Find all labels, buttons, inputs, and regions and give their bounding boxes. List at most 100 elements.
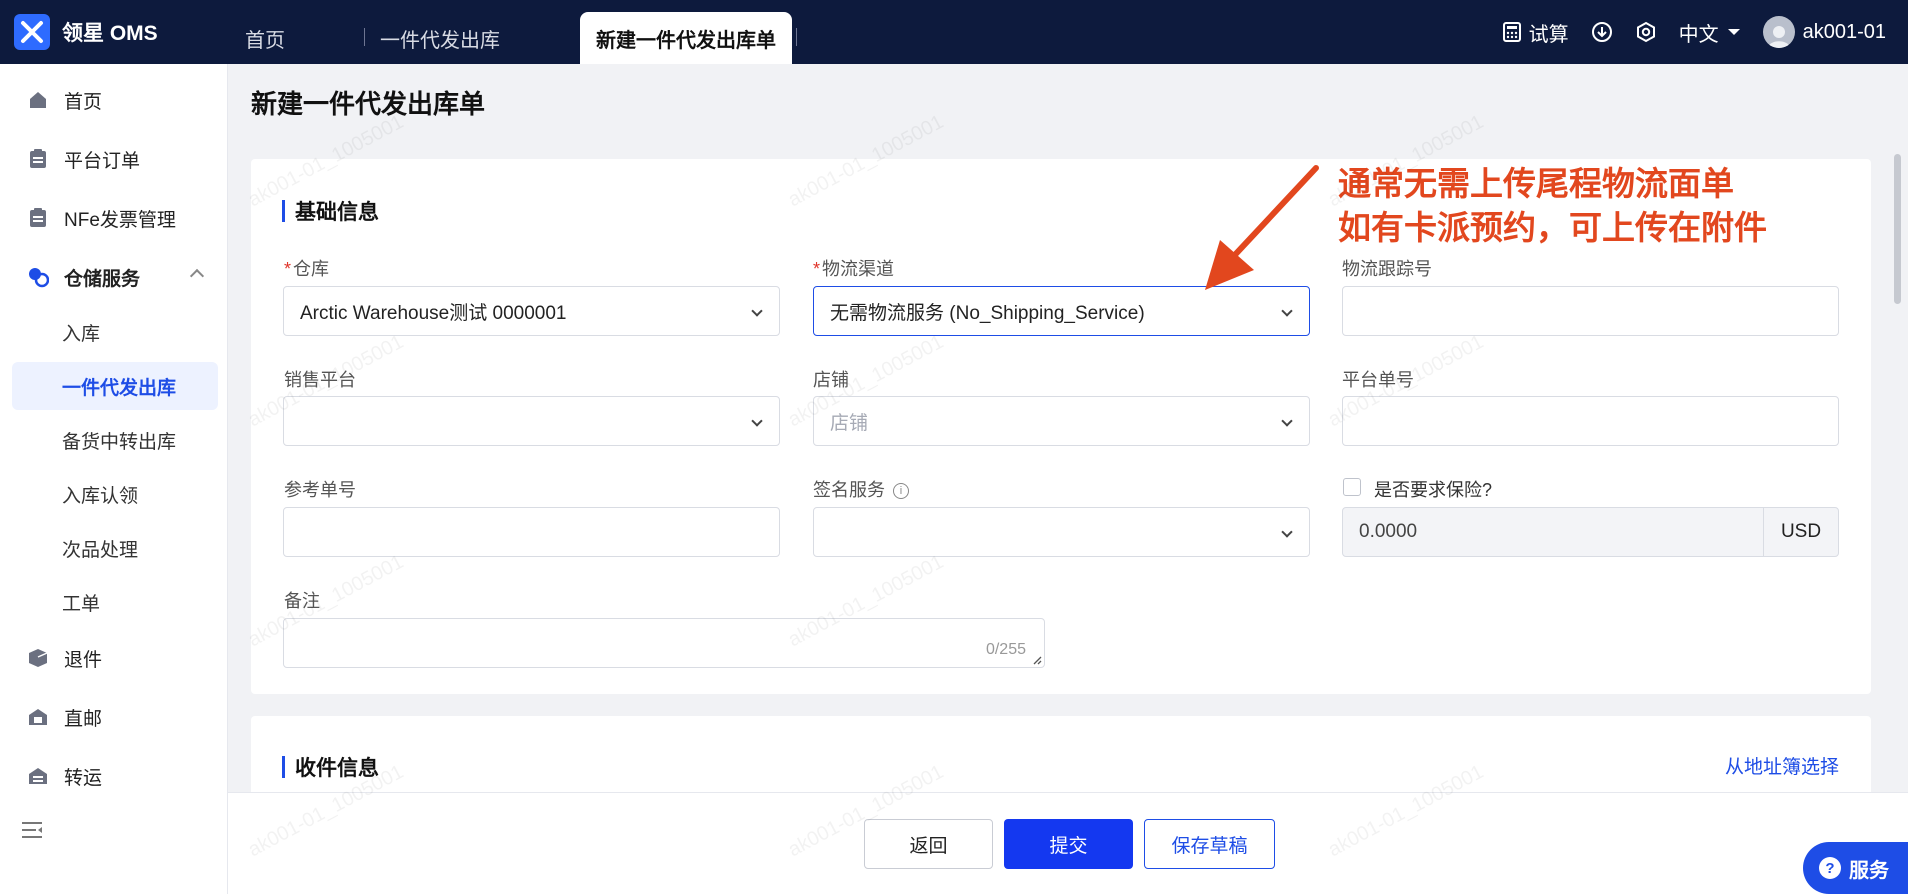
warehouse-icon	[26, 265, 50, 289]
sidebar-subitem-dropship-outbound[interactable]: 一件代发出库	[12, 362, 218, 410]
save-draft-button[interactable]: 保存草稿	[1144, 819, 1275, 869]
transfer-icon	[26, 764, 50, 788]
reference-no-input[interactable]	[283, 507, 780, 557]
footer-action-bar: 返回 提交 保存草稿	[228, 792, 1908, 894]
sales-platform-select[interactable]	[283, 396, 780, 446]
calculator-icon	[1502, 22, 1521, 42]
insurance-checkbox[interactable]	[1343, 478, 1361, 496]
user-menu[interactable]: ak001-01	[1762, 16, 1886, 48]
sidebar-item-platform-orders[interactable]: 平台订单	[12, 135, 218, 183]
clipboard-icon	[26, 147, 50, 171]
platform-order-no-input[interactable]	[1342, 396, 1839, 446]
chevron-down-icon	[1281, 305, 1293, 317]
sidebar-subitem-inbound[interactable]: 入库	[12, 308, 218, 356]
tab-home[interactable]: 首页	[245, 12, 285, 64]
tab-new-dropship-order[interactable]: 新建一件代发出库单	[580, 12, 792, 64]
sidebar-item-warehouse-services[interactable]: 仓储服务	[12, 253, 218, 301]
signature-service-label-text: 签名服务	[813, 480, 885, 500]
user-name: ak001-01	[1802, 20, 1886, 43]
caret-down-icon	[1727, 29, 1740, 35]
home-icon	[26, 88, 50, 112]
channel-value: 无需物流服务 (No_Shipping_Service)	[830, 302, 1145, 324]
signature-service-label: 签名服务 i	[813, 476, 909, 502]
remark-counter: 0/255	[985, 641, 1026, 658]
tab-dropship-outbound[interactable]: 一件代发出库	[380, 12, 500, 64]
brand-name: 领星 OMS	[62, 22, 158, 45]
sidebar: 首页 平台订单 NFe发票管理 仓储服务 入库 一件代发出库 备货中转出库 入库…	[0, 64, 228, 894]
sidebar-item-label: 仓储服务	[64, 268, 141, 290]
signature-service-select[interactable]	[813, 507, 1310, 557]
currency-suffix: USD	[1763, 508, 1838, 556]
resize-handle-icon[interactable]	[1032, 655, 1042, 665]
chevron-up-icon	[189, 268, 205, 284]
scrollbar[interactable]	[1894, 146, 1902, 786]
sidebar-subitem-work-order[interactable]: 工单	[12, 578, 218, 626]
info-icon[interactable]: i	[893, 483, 909, 500]
sidebar-item-label: 转运	[64, 767, 103, 789]
receiver-info-card	[251, 716, 1871, 796]
insurance-amount-input[interactable]: 0.0000 USD	[1342, 507, 1839, 557]
collapse-menu-icon[interactable]	[22, 820, 44, 845]
annotation-note: 通常无需上传尾程物流面单 如有卡派预约，可上传在附件	[1338, 162, 1767, 250]
address-book-link[interactable]: 从地址簿选择	[1725, 752, 1839, 779]
warehouse-value: Arctic Warehouse测试 0000001	[300, 302, 567, 324]
channel-label: * 物流渠道	[813, 259, 895, 279]
insurance-label: 是否要求保险?	[1374, 480, 1493, 500]
remark-label: 备注	[284, 591, 320, 611]
reference-no-label: 参考单号	[284, 480, 356, 500]
sidebar-subitem-defective[interactable]: 次品处理	[12, 524, 218, 572]
platform-order-no-label: 平台单号	[1342, 370, 1414, 390]
tab-divider	[796, 28, 797, 46]
store-select[interactable]: 店铺	[813, 396, 1310, 446]
sidebar-subitem-inbound-claim[interactable]: 入库认领	[12, 470, 218, 518]
top-right-toolbar: 试算 中文 ak001-01	[1502, 0, 1886, 64]
tracking-number-input[interactable]	[1342, 286, 1839, 336]
sidebar-item-nfe-invoices[interactable]: NFe发票管理	[12, 194, 218, 242]
trial-label: 试算	[1528, 23, 1569, 46]
sidebar-item-label: 直邮	[64, 708, 103, 730]
annotation-arrow-icon	[1205, 165, 1319, 290]
chevron-down-icon	[751, 305, 763, 317]
download-icon[interactable]	[1591, 21, 1613, 43]
sidebar-item-transfer[interactable]: 转运	[12, 752, 218, 800]
chevron-down-icon	[1281, 526, 1293, 538]
service-label: 服务	[1849, 859, 1889, 882]
brand-logo-icon	[14, 14, 50, 50]
tab-divider	[364, 28, 365, 46]
sidebar-item-direct-mail[interactable]: 直邮	[12, 693, 218, 741]
sidebar-item-label: 退件	[64, 649, 103, 671]
warehouse-select[interactable]: Arctic Warehouse测试 0000001	[283, 286, 780, 336]
chevron-down-icon	[1281, 415, 1293, 427]
annotation-line-1: 通常无需上传尾程物流面单	[1338, 165, 1734, 202]
insurance-amount-value: 0.0000	[1359, 521, 1418, 542]
trial-button[interactable]: 试算	[1502, 18, 1569, 47]
submit-button[interactable]: 提交	[1004, 819, 1133, 869]
section-title-label: 基础信息	[295, 201, 379, 224]
brand[interactable]: 领星 OMS	[14, 14, 158, 50]
remark-textarea[interactable]: 0/255	[283, 618, 1045, 668]
section-title-basic: 基础信息	[282, 196, 379, 226]
sidebar-item-label: NFe发票管理	[64, 209, 176, 231]
box-return-icon	[26, 646, 50, 670]
section-title-label: 收件信息	[295, 757, 379, 780]
sidebar-subitem-transfer-outbound[interactable]: 备货中转出库	[12, 416, 218, 464]
back-button[interactable]: 返回	[864, 819, 993, 869]
section-marker	[282, 200, 285, 222]
store-placeholder: 店铺	[830, 412, 869, 434]
section-marker	[282, 756, 285, 778]
scrollbar-thumb[interactable]	[1894, 154, 1901, 304]
tracking-label: 物流跟踪号	[1342, 259, 1432, 279]
sidebar-item-home[interactable]: 首页	[12, 76, 218, 124]
section-title-receiver: 收件信息	[282, 752, 379, 782]
help-icon: ?	[1819, 857, 1841, 879]
channel-label-text: 物流渠道	[822, 259, 895, 279]
warehouse-label: * 仓库	[284, 259, 330, 279]
annotation-line-2: 如有卡派预约，可上传在附件	[1338, 209, 1767, 246]
settings-icon[interactable]	[1635, 21, 1657, 43]
sidebar-item-label: 平台订单	[64, 150, 141, 172]
language-select[interactable]: 中文	[1679, 18, 1741, 47]
chevron-down-icon	[751, 415, 763, 427]
language-label: 中文	[1678, 23, 1719, 46]
service-button[interactable]: ? 服务	[1803, 842, 1908, 894]
sidebar-item-returns[interactable]: 退件	[12, 634, 218, 682]
